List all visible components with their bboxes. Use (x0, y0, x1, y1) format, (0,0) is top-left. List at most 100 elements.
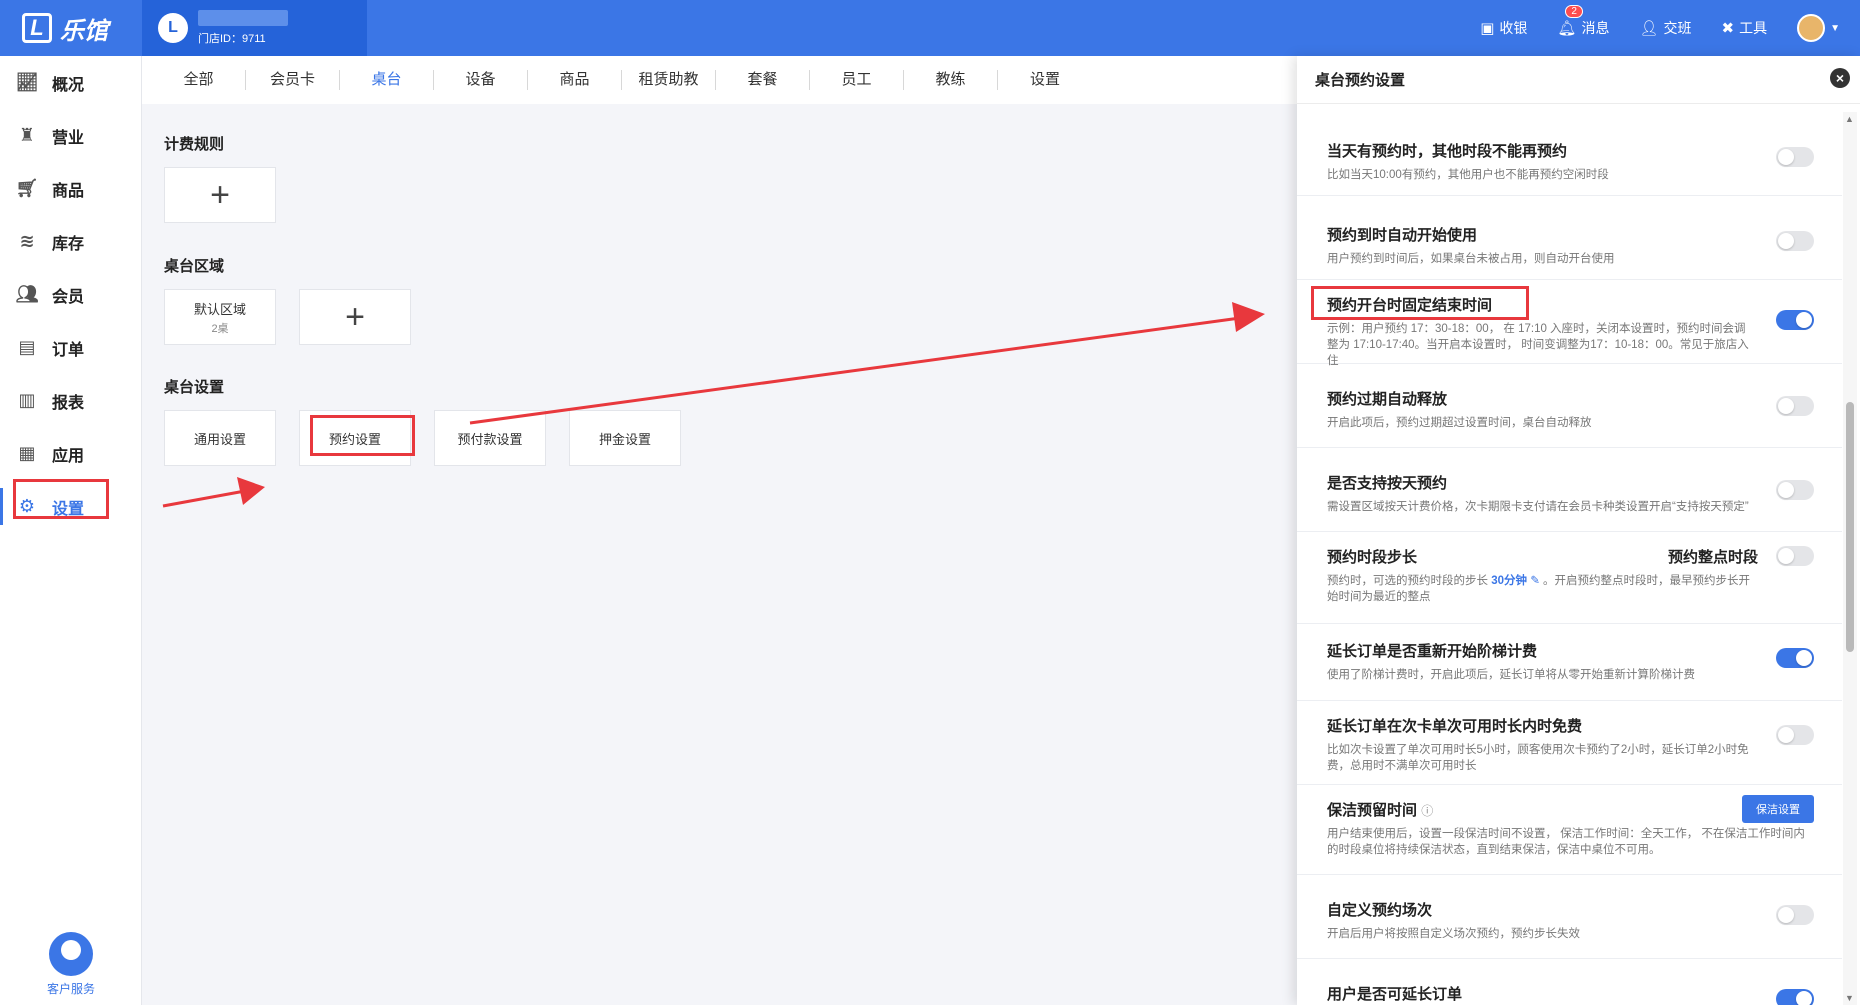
sidebar: 📈︎ 概况 ♜ 营业 🛒︎ 商品 ≋ 库存 👥︎ 会员 ▤ 订单 ▥ 报表 ▦ 应用 ⚙ 设置 客… (0, 56, 142, 1005)
tab-devices[interactable]: 设备 (434, 70, 528, 90)
setting-row: 自定义预约场次 开启后用户将按照自定义场次预约，预约步长失效 (1297, 875, 1842, 959)
billing-rules-title: 计费规则 (164, 136, 225, 153)
sidebar-item-label: 商品 (52, 182, 85, 200)
sidebar-item-products[interactable]: 🛒︎ 商品 (0, 162, 141, 215)
setting-title: 是否支持按天预约 (1327, 475, 1448, 492)
area-table-count: 2桌 (211, 322, 229, 335)
tab-all[interactable]: 全部 (152, 70, 246, 90)
scroll-thumb[interactable] (1846, 402, 1854, 652)
logo[interactable]: L 乐馆 (0, 0, 142, 56)
sidebar-item-members[interactable]: 👥︎ 会员 (0, 268, 141, 321)
messages-button[interactable]: 🔔︎ 2 消息 (1557, 5, 1610, 38)
info-icon[interactable]: ⓘ (1421, 804, 1433, 818)
setting-desc: 用户预约到时间后，如果桌台未被占用，则自动开台使用 (1327, 253, 1615, 265)
drawer-title: 桌台预约设置 (1315, 72, 1406, 89)
prepayment-settings-card[interactable]: 预付款设置 (434, 410, 546, 466)
store-switcher[interactable]: L 门店ID：9711 (142, 0, 367, 56)
sidebar-item-label: 应用 (52, 447, 85, 465)
chart-icon: 📈︎ (15, 72, 39, 92)
setting-row: 预约时段步长 预约整点时段 预约时，可选的预约时段的步长 30分钟 ✎ 。开启预… (1297, 532, 1842, 624)
sidebar-item-business[interactable]: ♜ 营业 (0, 109, 141, 162)
customer-service-label: 客户服务 (46, 982, 95, 996)
toggle-switch[interactable] (1776, 648, 1814, 668)
scroll-down-icon[interactable]: ▼ (1845, 993, 1854, 1003)
reservation-settings-drawer: 桌台预约设置 × 当天有预约时，其他时段不能再预约 比如当天10:00有预约，其… (1297, 56, 1860, 1005)
handover-label: 交班 (1663, 20, 1692, 36)
setting-desc: 比如次卡设置了单次可用时长5小时，顾客使用次卡预约了2小时，延长订单2小时免费，… (1327, 744, 1749, 772)
tools-button[interactable]: ✖ 工具 (1722, 18, 1768, 38)
sidebar-item-reports[interactable]: ▥ 报表 (0, 374, 141, 427)
order-icon: ▤ (18, 337, 36, 357)
hourly-slot-label: 预约整点时段 (1667, 549, 1758, 566)
top-bar: L 乐馆 L 门店ID：9711 ▣ 收银 🔔︎ 2 消息 👤︎ 交班 ✖ 工具… (0, 0, 1860, 56)
default-area-card[interactable]: 默认区域 2桌 (164, 289, 276, 345)
setting-desc: 开启此项后，预约过期超过设置时间，桌台自动释放 (1327, 417, 1592, 429)
setting-title: 预约到时自动开始使用 (1327, 227, 1478, 244)
handover-button[interactable]: 👤︎ 交班 (1639, 18, 1691, 38)
logo-text: 乐馆 (60, 17, 108, 45)
toggle-switch[interactable] (1776, 989, 1814, 1005)
sidebar-item-label: 概况 (52, 76, 85, 94)
sidebar-item-orders[interactable]: ▤ 订单 (0, 321, 141, 374)
toggle-switch[interactable] (1776, 231, 1814, 251)
setting-title: 延长订单在次卡单次可用时长内时免费 (1327, 718, 1583, 735)
tab-coaches[interactable]: 教练 (904, 70, 998, 90)
setting-desc: 需设置区域按天计费价格，次卡期限卡支付请在会员卡种类设置开启“支持按天预定” (1327, 501, 1749, 513)
general-settings-card[interactable]: 通用设置 (164, 410, 276, 466)
tab-staff[interactable]: 员工 (810, 70, 904, 90)
tab-settings[interactable]: 设置 (998, 70, 1092, 90)
setting-desc: 示例：用户预约 17：30-18：00， 在 17:10 入座时，关闭本设置时，… (1327, 323, 1749, 367)
cleaning-settings-button[interactable]: 保洁设置 (1742, 795, 1814, 823)
setting-title: 用户是否可延长订单 (1327, 986, 1463, 1003)
bar-chart-icon: ▥ (18, 390, 36, 410)
add-billing-rule-button[interactable]: + (164, 167, 276, 223)
setting-title: 保洁预留时间 ⓘ (1327, 799, 1812, 820)
toggle-switch[interactable] (1776, 396, 1814, 416)
setting-title: 自定义预约场次 (1327, 902, 1433, 919)
tab-member-card[interactable]: 会员卡 (246, 70, 340, 90)
cashier-button[interactable]: ▣ 收银 (1480, 18, 1527, 38)
add-area-button[interactable]: + (299, 289, 411, 345)
setting-title-text: 保洁预留时间 (1327, 802, 1418, 819)
plus-icon: + (210, 176, 230, 214)
setting-title: 当天有预约时，其他时段不能再预约 (1327, 143, 1568, 160)
toggle-switch[interactable] (1776, 546, 1814, 566)
bell-icon: 🔔︎ (1557, 20, 1577, 37)
drawer-scrollbar[interactable]: ▲ ▼ (1843, 112, 1857, 1005)
deposit-settings-card[interactable]: 押金设置 (569, 410, 681, 466)
tab-products[interactable]: 商品 (528, 70, 622, 90)
headset-icon (49, 932, 93, 976)
toggle-switch[interactable] (1776, 147, 1814, 167)
toggle-switch[interactable] (1776, 310, 1814, 330)
toggle-switch[interactable] (1776, 725, 1814, 745)
tab-packages[interactable]: 套餐 (716, 70, 810, 90)
toggle-switch[interactable] (1776, 905, 1814, 925)
setting-title: 延长订单是否重新开始阶梯计费 (1327, 643, 1538, 660)
bag-icon: ♜ (18, 125, 36, 145)
tab-rental-coach[interactable]: 租赁助教 (622, 70, 716, 90)
scroll-up-icon[interactable]: ▲ (1845, 114, 1854, 124)
table-settings-title: 桌台设置 (164, 379, 225, 396)
toggle-switch[interactable] (1776, 480, 1814, 500)
cashier-label: 收银 (1499, 20, 1528, 36)
plus-icon: + (345, 298, 365, 336)
setting-row: 延长订单是否重新开始阶梯计费 使用了阶梯计费时，开启此项后，延长订单将从零开始重… (1297, 624, 1842, 701)
step-length-link[interactable]: 30分钟 (1491, 575, 1527, 587)
cashier-icon: ▣ (1480, 20, 1495, 37)
customer-service-button[interactable]: 客户服务 (0, 932, 142, 997)
store-id: 门店ID：9711 (198, 33, 266, 45)
highlight-box-reservation (310, 415, 415, 456)
desc-text: 预约时，可选的预约时段的步长 (1327, 575, 1488, 587)
layers-icon: ≋ (19, 231, 35, 251)
sidebar-item-inventory[interactable]: ≋ 库存 (0, 215, 141, 268)
setting-row: 预约到时自动开始使用 用户预约到时间后，如果桌台未被占用，则自动开台使用 (1297, 196, 1842, 280)
sidebar-item-overview[interactable]: 📈︎ 概况 (0, 56, 141, 109)
user-menu[interactable]: ▼ (1797, 14, 1840, 42)
messages-label: 消息 (1581, 20, 1610, 36)
edit-icon[interactable]: ✎ (1530, 575, 1540, 587)
highlight-box-fixed-end-time (1311, 286, 1529, 320)
tab-tables[interactable]: 桌台 (340, 70, 434, 90)
chevron-down-icon: ▼ (1830, 22, 1840, 34)
close-icon[interactable]: × (1830, 68, 1850, 88)
sidebar-item-apps[interactable]: ▦ 应用 (0, 427, 141, 480)
